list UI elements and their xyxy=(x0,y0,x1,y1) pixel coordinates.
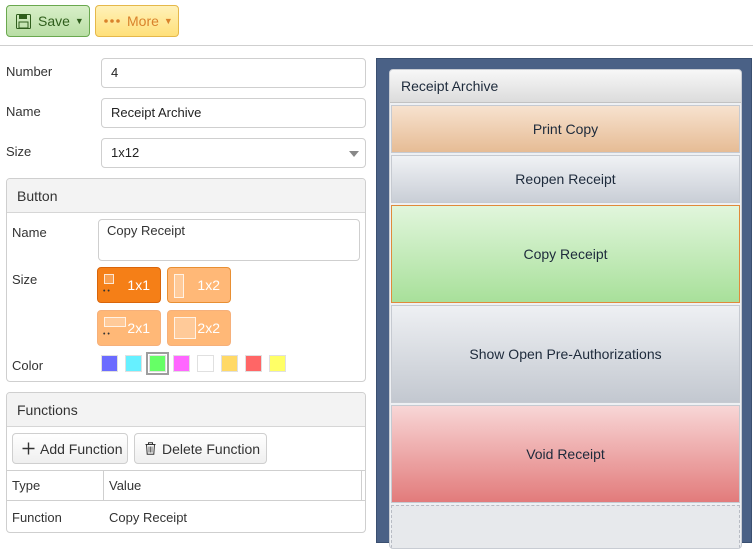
floppy-disk-icon xyxy=(15,13,31,29)
size-option-2x1[interactable]: • • 2x1 xyxy=(97,310,161,346)
save-button[interactable]: Save ▼ xyxy=(6,5,90,37)
plus-icon xyxy=(21,442,35,456)
column-header-type: Type xyxy=(7,471,104,500)
size-option-1x1[interactable]: • • 1x1 xyxy=(97,267,161,303)
preview-area: Receipt Archive Print Copy Reopen Receip… xyxy=(376,58,752,549)
functions-panel: Functions Add Function Delete Function T… xyxy=(6,392,366,533)
number-label: Number xyxy=(6,64,53,79)
color-swatch[interactable] xyxy=(125,355,142,372)
color-swatch[interactable] xyxy=(173,355,190,372)
size-2x1-icon xyxy=(104,317,126,327)
color-swatch[interactable] xyxy=(101,355,118,372)
color-swatches xyxy=(101,352,301,375)
functions-table: Type Value Function Copy Receipt xyxy=(7,470,365,532)
color-swatch[interactable] xyxy=(221,355,238,372)
size-select[interactable]: 1x12 xyxy=(101,138,366,168)
button-color-label: Color xyxy=(12,358,44,373)
more-button[interactable]: More ▼ xyxy=(95,5,179,37)
toolbar: Save ▼ More ▼ xyxy=(0,0,753,46)
add-function-label: Add Function xyxy=(40,440,123,457)
delete-function-label: Delete Function xyxy=(162,440,261,457)
chevron-down-icon: ▼ xyxy=(163,16,173,26)
cell-value: Copy Receipt xyxy=(109,510,188,525)
delete-function-button[interactable]: Delete Function xyxy=(134,433,267,464)
size-label: Size xyxy=(6,144,32,159)
save-label: Save xyxy=(38,13,70,29)
reopen-receipt-button[interactable]: Reopen Receipt xyxy=(391,155,740,203)
size-option-label: 1x1 xyxy=(127,277,150,293)
preview-card: Receipt Archive Print Copy Reopen Receip… xyxy=(389,69,742,549)
name-input[interactable]: Receipt Archive xyxy=(101,98,366,128)
column-header-value: Value xyxy=(104,471,362,500)
color-swatch[interactable] xyxy=(245,355,262,372)
name-label: Name xyxy=(6,104,41,119)
table-header: Type Value xyxy=(7,470,365,501)
size-option-1x2[interactable]: 1x2 xyxy=(167,267,231,303)
ellipsis-icon xyxy=(104,13,120,29)
print-copy-button[interactable]: Print Copy xyxy=(391,105,740,153)
size-option-label: 2x1 xyxy=(127,320,150,336)
button-name-label: Name xyxy=(12,225,47,240)
chevron-down-icon: ▼ xyxy=(74,16,84,26)
void-receipt-button[interactable]: Void Receipt xyxy=(391,405,740,503)
number-input[interactable]: 4 xyxy=(101,58,366,88)
table-row[interactable]: Function Copy Receipt xyxy=(7,501,365,532)
button-size-label: Size xyxy=(12,272,38,287)
cell-type: Function xyxy=(12,510,62,525)
size-1x2-icon xyxy=(174,274,184,298)
size-2x2-icon xyxy=(174,317,196,339)
functions-panel-title: Functions xyxy=(7,393,365,427)
color-swatch[interactable] xyxy=(269,355,286,372)
button-name-textarea[interactable]: Copy Receipt xyxy=(98,219,360,261)
dropdown-arrow-icon xyxy=(349,151,359,157)
add-function-button[interactable]: Add Function xyxy=(12,433,128,464)
properties-form: Number 4 Name Receipt Archive Size 1x12 … xyxy=(0,47,372,543)
size-option-2x2[interactable]: 2x2 xyxy=(167,310,231,346)
color-swatch[interactable] xyxy=(197,355,214,372)
preview-title: Receipt Archive xyxy=(390,70,741,103)
size-1x1-icon xyxy=(104,274,114,284)
button-panel: Button Name Copy Receipt Size • • 1x1 1x… xyxy=(6,178,366,382)
color-swatch[interactable] xyxy=(146,352,169,375)
empty-slot[interactable] xyxy=(391,505,740,548)
button-panel-title: Button xyxy=(7,179,365,213)
show-open-pre-authorizations-button[interactable]: Show Open Pre-Authorizations xyxy=(391,305,740,403)
size-option-label: 1x2 xyxy=(197,277,220,293)
more-label: More xyxy=(127,13,159,29)
size-option-label: 2x2 xyxy=(197,320,220,336)
copy-receipt-button[interactable]: Copy Receipt xyxy=(391,205,740,303)
trash-icon xyxy=(143,442,157,456)
size-select-value: 1x12 xyxy=(111,145,140,160)
